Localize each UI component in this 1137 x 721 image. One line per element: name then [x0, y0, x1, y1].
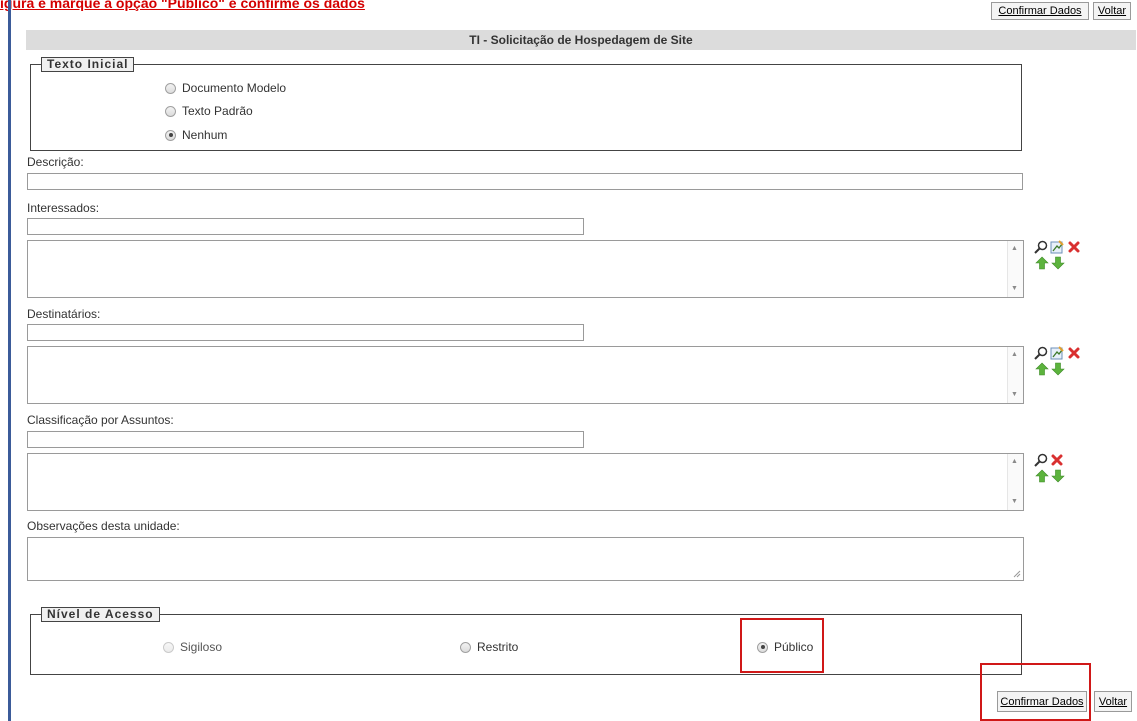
radio-circle-disabled[interactable]: [163, 641, 174, 653]
edit-icon[interactable]: [1050, 346, 1064, 360]
confirm-button-bottom[interactable]: Confirmar Dados: [997, 691, 1087, 712]
arrow-up-icon[interactable]: [1035, 362, 1049, 376]
radio-circle[interactable]: [165, 82, 176, 94]
confirm-button-top[interactable]: Confirmar Dados: [991, 2, 1089, 20]
scroll-up-icon[interactable]: ▲: [1011, 351, 1018, 359]
remove-icon[interactable]: [1067, 346, 1081, 360]
classificacao-tools: [1034, 453, 1084, 483]
arrow-down-icon[interactable]: [1051, 256, 1065, 270]
remove-icon[interactable]: [1050, 453, 1064, 467]
radio-documento-modelo[interactable]: Documento Modelo: [165, 81, 286, 95]
interessados-list[interactable]: ▲ ▼: [27, 240, 1024, 298]
descricao-input[interactable]: [27, 173, 1023, 190]
interessados-label: Interessados:: [27, 201, 100, 215]
radio-label: Sigiloso: [180, 640, 223, 654]
page-title: TI - Solicitação de Hospedagem de Site: [26, 30, 1136, 50]
scroll-down-icon[interactable]: ▼: [1011, 391, 1018, 399]
radio-label: Nenhum: [182, 128, 228, 142]
destinatarios-input[interactable]: [27, 324, 584, 341]
radio-restrito[interactable]: Restrito: [460, 640, 518, 654]
classificacao-label: Classificação por Assuntos:: [27, 413, 174, 427]
remove-icon[interactable]: [1067, 240, 1081, 254]
radio-sigiloso[interactable]: Sigiloso: [163, 640, 222, 654]
page-left-border: [8, 0, 11, 721]
destinatarios-label: Destinatários:: [27, 307, 101, 321]
resize-handle-icon[interactable]: [1013, 570, 1021, 578]
scrollbar[interactable]: ▲ ▼: [1007, 454, 1023, 510]
edit-icon[interactable]: [1050, 240, 1064, 254]
observacoes-label: Observações desta unidade:: [27, 519, 180, 533]
radio-label: Restrito: [477, 640, 519, 654]
arrow-up-icon[interactable]: [1035, 256, 1049, 270]
back-button-top[interactable]: Voltar: [1093, 2, 1131, 20]
scrollbar[interactable]: ▲ ▼: [1007, 241, 1023, 297]
radio-circle[interactable]: [460, 641, 471, 653]
descricao-label: Descrição:: [27, 155, 84, 169]
radio-texto-padrao[interactable]: Texto Padrão: [165, 104, 253, 118]
radio-label: Documento Modelo: [182, 81, 287, 95]
arrow-down-icon[interactable]: [1051, 469, 1065, 483]
back-button-bottom[interactable]: Voltar: [1094, 691, 1132, 712]
radio-circle-checked[interactable]: [165, 129, 176, 141]
search-icon[interactable]: [1034, 240, 1048, 254]
scroll-down-icon[interactable]: ▼: [1011, 285, 1018, 293]
radio-nenhum[interactable]: Nenhum: [165, 128, 227, 142]
classificacao-input[interactable]: [27, 431, 584, 448]
classificacao-list[interactable]: ▲ ▼: [27, 453, 1024, 511]
radio-label: Texto Padrão: [182, 104, 253, 118]
arrow-up-icon[interactable]: [1035, 469, 1049, 483]
observacoes-textarea[interactable]: [27, 537, 1024, 581]
search-icon[interactable]: [1034, 453, 1048, 467]
scroll-down-icon[interactable]: ▼: [1011, 498, 1018, 506]
destinatarios-tools: [1034, 346, 1084, 376]
search-icon[interactable]: [1034, 346, 1048, 360]
scroll-up-icon[interactable]: ▲: [1011, 245, 1018, 253]
arrow-down-icon[interactable]: [1051, 362, 1065, 376]
texto-inicial-legend: Texto Inicial: [41, 57, 135, 72]
destinatarios-list[interactable]: ▲ ▼: [27, 346, 1024, 404]
scroll-up-icon[interactable]: ▲: [1011, 458, 1018, 466]
instruction-text: igura e marque a opção "Público" e confi…: [0, 0, 365, 11]
scrollbar[interactable]: ▲ ▼: [1007, 347, 1023, 403]
radio-circle[interactable]: [165, 105, 176, 117]
interessados-tools: [1034, 240, 1084, 270]
nivel-acesso-legend: Nível de Acesso: [41, 607, 160, 622]
highlight-box-publico: [740, 618, 824, 673]
interessados-input[interactable]: [27, 218, 584, 235]
